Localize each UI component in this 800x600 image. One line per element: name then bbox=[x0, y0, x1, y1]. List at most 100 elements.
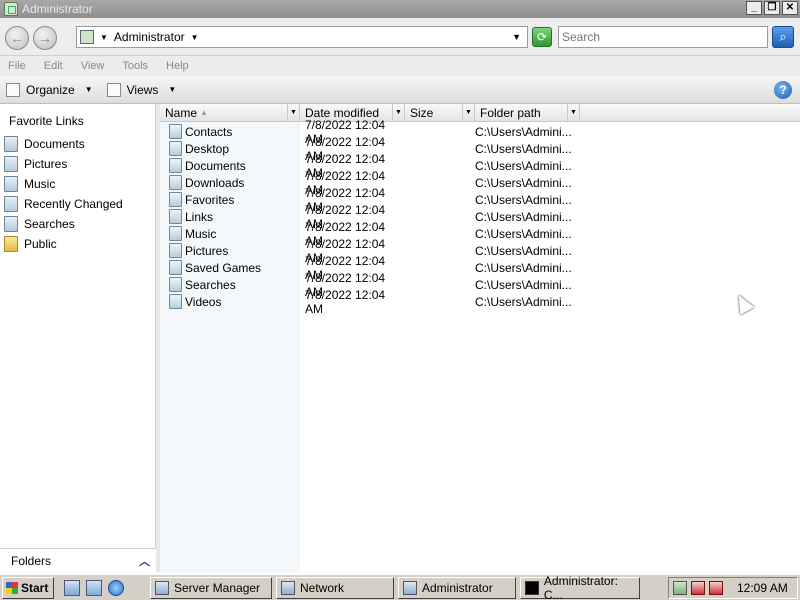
column-header-folder-path[interactable]: Folder path ▼ bbox=[475, 104, 580, 122]
help-button[interactable]: ? bbox=[774, 81, 792, 99]
table-row[interactable]: Documents 7/8/2022 12:04 AM C:\Users\Adm… bbox=[160, 152, 800, 180]
taskbar-button-command-prompt[interactable]: Administrator: C... bbox=[520, 574, 640, 600]
address-history-dropdown[interactable]: ▼ bbox=[512, 32, 521, 42]
folders-toggle[interactable]: Folders ︿ bbox=[0, 548, 156, 572]
table-row[interactable]: Downloads 7/8/2022 12:04 AM C:\Users\Adm… bbox=[160, 169, 800, 197]
clock[interactable]: 12:09 AM bbox=[737, 581, 788, 595]
sidebar-item-label: Searches bbox=[24, 217, 75, 231]
menu-file[interactable]: File bbox=[8, 60, 26, 72]
network-disconnected-icon[interactable] bbox=[691, 581, 705, 595]
search-input[interactable] bbox=[558, 26, 768, 48]
menu-bar: File Edit View Tools Help bbox=[0, 56, 800, 76]
chevron-up-icon: ︿ bbox=[139, 556, 150, 568]
column-filter-dropdown[interactable]: ▼ bbox=[567, 104, 579, 121]
menu-view[interactable]: View bbox=[81, 60, 105, 72]
back-button[interactable]: ← bbox=[5, 26, 29, 50]
sidebar-item-pictures[interactable]: Pictures bbox=[0, 154, 156, 174]
breadcrumb-administrator[interactable]: Administrator bbox=[114, 30, 185, 44]
sidebar-item-searches[interactable]: Searches bbox=[0, 214, 156, 234]
server-manager-icon bbox=[155, 580, 169, 595]
refresh-button[interactable]: ⟳ bbox=[532, 27, 552, 47]
navigation-pane: Favorite Links Documents Pictures Music … bbox=[0, 104, 156, 572]
table-row[interactable]: Contacts 7/8/2022 12:04 AM C:\Users\Admi… bbox=[160, 118, 800, 146]
favorite-links-header: Favorite Links bbox=[9, 114, 84, 128]
organize-icon bbox=[6, 82, 20, 97]
window-controls: _ ❐ ✕ bbox=[746, 1, 798, 15]
sidebar-item-label: Public bbox=[24, 237, 57, 251]
server-manager-quicklaunch-icon[interactable] bbox=[64, 579, 80, 596]
address-row: ← → ▼ Administrator ▼ ▼ ⟳ ⌕ bbox=[0, 18, 800, 56]
pictures-folder-icon bbox=[169, 243, 182, 258]
taskbar-button-network[interactable]: Network bbox=[276, 576, 394, 599]
table-row[interactable]: Videos 7/8/2022 12:04 AM C:\Users\Admini… bbox=[160, 288, 800, 316]
explorer-app-icon bbox=[4, 2, 18, 16]
breadcrumb-chevron-icon[interactable]: ▼ bbox=[100, 33, 108, 42]
search-button[interactable]: ⌕ bbox=[772, 26, 794, 48]
quick-launch bbox=[64, 579, 124, 596]
sidebar-item-music[interactable]: Music bbox=[0, 174, 156, 194]
menu-edit[interactable]: Edit bbox=[44, 60, 63, 72]
table-row[interactable]: Saved Games 7/8/2022 12:04 AM C:\Users\A… bbox=[160, 254, 800, 282]
menu-help[interactable]: Help bbox=[166, 60, 189, 72]
chevron-down-icon: ▼ bbox=[168, 85, 177, 94]
breadcrumb-dropdown-icon[interactable]: ▼ bbox=[191, 33, 199, 42]
table-row[interactable]: Links 7/8/2022 12:04 AM C:\Users\Admini.… bbox=[160, 203, 800, 231]
cmd-icon bbox=[525, 580, 539, 595]
music-folder-icon bbox=[169, 226, 182, 241]
show-desktop-icon[interactable] bbox=[86, 579, 102, 596]
close-button[interactable]: ✕ bbox=[782, 1, 798, 15]
column-header-name[interactable]: Name ▲ ▼ bbox=[160, 104, 300, 122]
table-row[interactable]: Pictures 7/8/2022 12:04 AM C:\Users\Admi… bbox=[160, 237, 800, 265]
column-header-size[interactable]: Size ▼ bbox=[405, 104, 475, 122]
menu-tools[interactable]: Tools bbox=[122, 60, 148, 72]
views-icon bbox=[106, 82, 121, 97]
internet-explorer-icon[interactable] bbox=[108, 579, 124, 596]
command-toolbar: Organize ▼ Views ▼ ? bbox=[0, 76, 800, 104]
title-bar: Administrator _ ❐ ✕ bbox=[0, 0, 800, 18]
location-icon bbox=[80, 30, 94, 44]
security-shield-icon[interactable] bbox=[673, 581, 687, 595]
table-row[interactable]: Favorites 7/8/2022 12:04 AM C:\Users\Adm… bbox=[160, 186, 800, 214]
organize-button[interactable]: Organize ▼ bbox=[6, 82, 93, 97]
favorites-folder-icon bbox=[169, 192, 182, 207]
file-list: Name ▲ ▼ Date modified ▼ Size ▼ Folder p… bbox=[160, 104, 800, 572]
explorer-icon bbox=[403, 580, 417, 595]
forward-button[interactable]: → bbox=[33, 26, 57, 50]
file-rows: Contacts 7/8/2022 12:04 AM C:\Users\Admi… bbox=[160, 118, 800, 316]
table-row[interactable]: Desktop 7/8/2022 12:04 AM C:\Users\Admin… bbox=[160, 135, 800, 163]
column-filter-dropdown[interactable]: ▼ bbox=[462, 104, 474, 121]
downloads-folder-icon bbox=[169, 175, 182, 190]
sort-ascending-icon: ▲ bbox=[200, 108, 208, 117]
videos-folder-icon bbox=[169, 294, 182, 309]
views-button[interactable]: Views ▼ bbox=[106, 82, 177, 97]
window-title: Administrator bbox=[22, 2, 93, 16]
sidebar-item-label: Documents bbox=[24, 137, 85, 151]
contacts-folder-icon bbox=[169, 124, 182, 139]
table-row[interactable]: Music 7/8/2022 12:04 AM C:\Users\Admini.… bbox=[160, 220, 800, 248]
documents-folder-icon bbox=[169, 158, 182, 173]
start-button[interactable]: Start bbox=[2, 576, 54, 599]
restore-button[interactable]: ❐ bbox=[764, 1, 780, 15]
desktop-folder-icon bbox=[169, 141, 182, 156]
column-filter-dropdown[interactable]: ▼ bbox=[287, 104, 299, 121]
minimize-button[interactable]: _ bbox=[746, 1, 762, 15]
links-folder-icon bbox=[169, 209, 182, 224]
table-row[interactable]: Searches 7/8/2022 12:04 AM C:\Users\Admi… bbox=[160, 271, 800, 299]
sidebar-item-recently-changed[interactable]: Recently Changed bbox=[0, 194, 156, 214]
sidebar-item-label: Pictures bbox=[24, 157, 68, 171]
folders-label: Folders bbox=[11, 553, 52, 568]
taskbar-button-administrator[interactable]: Administrator bbox=[398, 576, 516, 599]
documents-icon bbox=[4, 136, 18, 152]
folder-icon bbox=[4, 236, 18, 252]
system-tray: 12:09 AM bbox=[668, 577, 798, 599]
searches-folder-icon bbox=[169, 277, 182, 292]
sidebar-item-documents[interactable]: Documents bbox=[0, 134, 156, 154]
sidebar-item-public[interactable]: Public bbox=[0, 234, 156, 254]
volume-muted-icon[interactable] bbox=[709, 581, 723, 595]
views-label: Views bbox=[126, 82, 159, 97]
organize-label: Organize bbox=[26, 82, 75, 97]
favorite-links-list: Documents Pictures Music Recently Change… bbox=[0, 134, 156, 254]
address-bar[interactable]: ▼ Administrator ▼ ▼ bbox=[76, 26, 528, 48]
taskbar-button-server-manager[interactable]: Server Manager bbox=[150, 576, 272, 599]
sidebar-item-label: Recently Changed bbox=[24, 197, 123, 211]
